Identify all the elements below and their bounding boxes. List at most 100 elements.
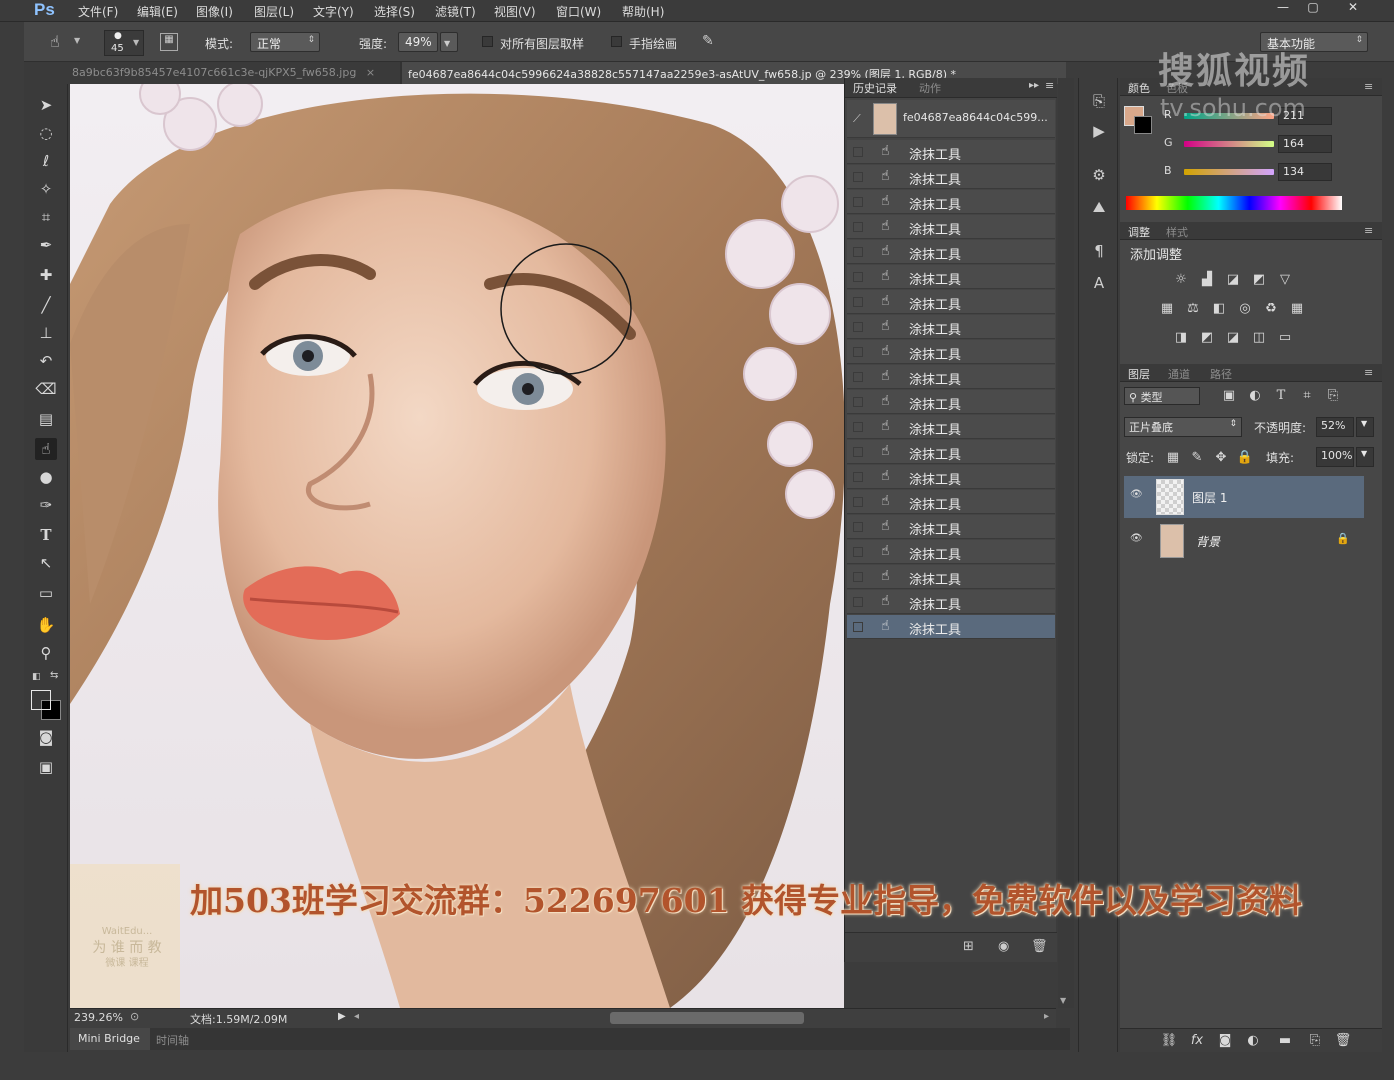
lasso-tool-icon[interactable]: ℓ: [35, 150, 57, 172]
history-state-row[interactable]: ☝ 涂抹工具: [847, 215, 1055, 239]
move-tool-icon[interactable]: ➤: [35, 94, 57, 116]
menu-view[interactable]: 视图(V): [494, 3, 536, 19]
tab-layers[interactable]: 图层: [1128, 366, 1150, 382]
history-state-row[interactable]: ☝ 涂抹工具: [847, 415, 1055, 439]
collapse-panel-icon[interactable]: ▸▸: [1029, 80, 1039, 91]
maximize-button[interactable]: ▢: [1302, 0, 1324, 14]
channel-b-slider[interactable]: [1184, 169, 1274, 175]
color-panel-background-swatch[interactable]: [1134, 116, 1152, 134]
new-snapshot-icon[interactable]: ◉: [998, 939, 1009, 954]
filter-shape-icon[interactable]: ⌗: [1298, 388, 1316, 404]
tab-paths[interactable]: 路径: [1210, 366, 1232, 382]
pressure-pen-icon[interactable]: ✎: [702, 33, 720, 51]
channel-g-input[interactable]: 164: [1278, 135, 1332, 153]
tab-history[interactable]: 历史记录: [853, 80, 897, 96]
new-layer-icon[interactable]: ⎘: [1306, 1033, 1324, 1049]
brush-presets-dock-icon[interactable]: ⚙: [1089, 166, 1109, 186]
menu-layer[interactable]: 图层(L): [254, 3, 294, 19]
background-visibility-eye-icon[interactable]: 👁: [1130, 533, 1143, 544]
photo-filter-icon[interactable]: ◎: [1236, 301, 1254, 317]
menu-filter[interactable]: 滤镜(T): [435, 3, 476, 19]
foreground-color-swatch[interactable]: [31, 690, 51, 710]
magic-wand-tool-icon[interactable]: ✧: [35, 178, 57, 200]
color-balance-icon[interactable]: ⚖: [1184, 301, 1202, 317]
tab-color[interactable]: 颜色: [1128, 80, 1150, 96]
dodge-tool-icon[interactable]: ●: [35, 466, 57, 488]
history-state-row[interactable]: ☝ 涂抹工具: [847, 290, 1055, 314]
tab-actions[interactable]: 动作: [919, 80, 941, 96]
rectangle-tool-icon[interactable]: ▭: [35, 582, 57, 604]
scroll-right-icon[interactable]: ▸: [1044, 1011, 1049, 1022]
layer-filter-select[interactable]: ⚲ 类型: [1124, 387, 1200, 405]
default-colors-icon[interactable]: ◧: [32, 672, 41, 682]
opacity-slider-toggle[interactable]: ▼: [1356, 417, 1374, 437]
layer1-name[interactable]: 图层 1: [1192, 489, 1227, 506]
history-brush-tool-icon[interactable]: ↶: [35, 350, 57, 372]
history-state-row[interactable]: ☝ 涂抹工具: [847, 615, 1055, 639]
lock-position-icon[interactable]: ✥: [1212, 450, 1230, 466]
brush-panel-toggle-icon[interactable]: ▦: [160, 33, 178, 51]
history-brush-source-box[interactable]: [853, 197, 863, 207]
fill-input[interactable]: 100%: [1316, 447, 1354, 467]
new-adjustment-layer-icon[interactable]: ◐: [1244, 1033, 1262, 1049]
history-state-row[interactable]: ☝ 涂抹工具: [847, 465, 1055, 489]
history-brush-source-box[interactable]: [853, 497, 863, 507]
filter-smart-object-icon[interactable]: ⎘: [1324, 388, 1342, 404]
history-state-row[interactable]: ☝ 涂抹工具: [847, 515, 1055, 539]
brush-size-picker[interactable]: ● 45 ▼: [104, 30, 144, 56]
posterize-icon[interactable]: ◩: [1198, 330, 1216, 346]
fill-slider-toggle[interactable]: ▼: [1356, 447, 1374, 467]
color-lookup-icon[interactable]: ▦: [1288, 301, 1306, 317]
tab-channels[interactable]: 通道: [1168, 366, 1190, 382]
hue-saturation-icon[interactable]: ▦: [1158, 301, 1176, 317]
history-brush-source-box[interactable]: [853, 522, 863, 532]
history-state-row[interactable]: ☝ 涂抹工具: [847, 390, 1055, 414]
history-brush-source-box[interactable]: [853, 622, 863, 632]
filter-pixel-icon[interactable]: ▣: [1220, 388, 1238, 404]
mode-select[interactable]: 正常 ⇕: [250, 32, 320, 52]
history-state-row[interactable]: ☝ 涂抹工具: [847, 265, 1055, 289]
history-state-row[interactable]: ☝ 涂抹工具: [847, 165, 1055, 189]
sample-all-layers-checkbox[interactable]: [482, 36, 493, 47]
history-state-row[interactable]: ☝ 涂抹工具: [847, 340, 1055, 364]
vibrance-icon[interactable]: ▽: [1276, 272, 1294, 288]
document-canvas[interactable]: WaitEdu... 为 谁 而 教 微课 课程: [70, 84, 844, 1008]
scroll-down-icon[interactable]: ▼: [1060, 996, 1066, 1005]
tab-mini-bridge[interactable]: Mini Bridge: [70, 1028, 150, 1050]
layers-panel-menu-icon[interactable]: ≡: [1364, 366, 1373, 379]
history-brush-source-box[interactable]: [853, 397, 863, 407]
healing-brush-tool-icon[interactable]: ✚: [35, 264, 57, 286]
zoom-level[interactable]: 239.26%: [74, 1011, 123, 1024]
quick-mask-icon[interactable]: ◙: [35, 726, 57, 748]
paragraph-dock-icon[interactable]: ¶: [1089, 242, 1109, 262]
color-panel-menu-icon[interactable]: ≡: [1364, 80, 1373, 93]
marquee-tool-icon[interactable]: ◌: [35, 122, 57, 144]
strength-slider-toggle[interactable]: ▼: [440, 32, 458, 52]
channel-b-input[interactable]: 134: [1278, 163, 1332, 181]
layer-visibility-eye-icon[interactable]: 👁: [1130, 489, 1143, 500]
history-brush-source-box[interactable]: [853, 447, 863, 457]
opacity-input[interactable]: 52%: [1316, 417, 1354, 437]
history-state-row[interactable]: ☝ 涂抹工具: [847, 190, 1055, 214]
path-selection-tool-icon[interactable]: ↖: [35, 552, 57, 574]
preset-dropdown-arrow-icon[interactable]: ▼: [74, 36, 80, 45]
history-state-row[interactable]: ☝ 涂抹工具: [847, 315, 1055, 339]
history-state-row[interactable]: ☝ 涂抹工具: [847, 365, 1055, 389]
add-mask-icon[interactable]: ◙: [1216, 1033, 1234, 1049]
tab-document-1-close-icon[interactable]: ×: [366, 66, 375, 79]
invert-icon[interactable]: ◨: [1172, 330, 1190, 346]
selective-color-icon[interactable]: ◫: [1250, 330, 1268, 346]
black-white-icon[interactable]: ◧: [1210, 301, 1228, 317]
history-panel-menu-icon[interactable]: ≡: [1045, 79, 1054, 92]
history-snapshot[interactable]: ⟋ fe04687ea8644c04c599...: [847, 100, 1055, 138]
history-brush-source-box[interactable]: [853, 222, 863, 232]
screen-mode-icon[interactable]: ▣: [35, 756, 57, 778]
actions-dock-icon[interactable]: ▶: [1089, 122, 1109, 142]
history-brush-source-box[interactable]: [853, 597, 863, 607]
tab-styles[interactable]: 样式: [1166, 224, 1188, 240]
history-brush-source-box[interactable]: [853, 422, 863, 432]
menu-window[interactable]: 窗口(W): [556, 3, 601, 19]
hand-tool-icon[interactable]: ✋: [35, 614, 57, 636]
color-spectrum-bar[interactable]: [1126, 196, 1342, 210]
history-brush-source-box[interactable]: [853, 247, 863, 257]
